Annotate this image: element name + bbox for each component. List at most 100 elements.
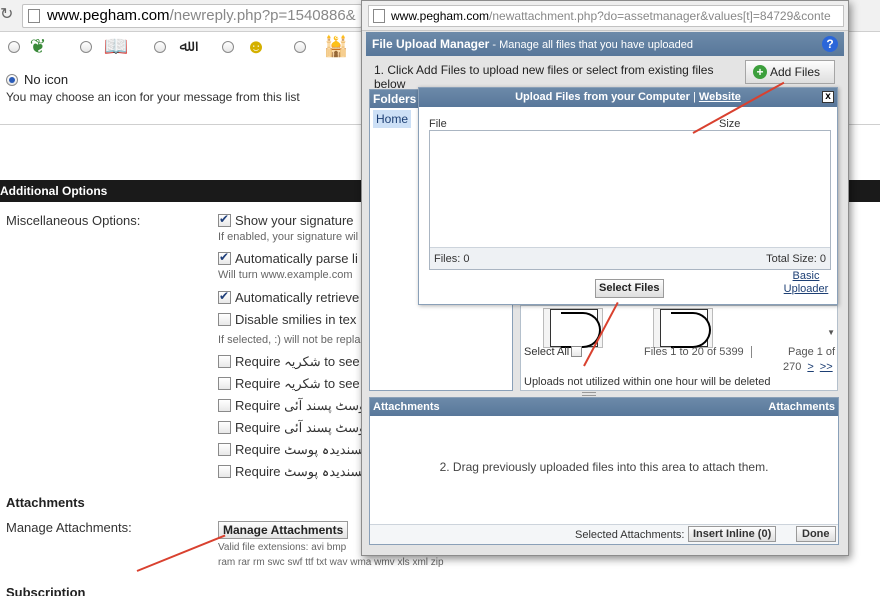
select-files-button[interactable]: Select Files — [595, 279, 664, 298]
manage-attachments-button[interactable]: Manage Attachments — [218, 521, 349, 539]
thumbnail-frame — [660, 309, 711, 348]
option-disable-smilies[interactable]: Disable smilies in tex — [218, 312, 356, 327]
option-require-like-2[interactable]: Require پوسٹ پسند آئی to — [218, 420, 384, 436]
column-file: File — [429, 118, 447, 130]
drag-instructions: 2. Drag previously uploaded files into t… — [439, 460, 769, 474]
valid-extensions-text-2: ram rar rm swc swf ttf txt wav wma wmv x… — [218, 557, 444, 568]
file-thumbnail[interactable] — [543, 308, 603, 348]
allah-calligraphy-icon: ﷲ — [179, 38, 189, 55]
done-button[interactable]: Done — [796, 526, 836, 542]
page-icon — [28, 9, 40, 23]
post-icon-radio-2[interactable] — [80, 41, 92, 53]
option-label: Automatically parse li — [235, 251, 358, 266]
no-icon-radio[interactable] — [6, 74, 18, 86]
option-label: Disable smilies in tex — [235, 312, 357, 327]
manage-attachments-label: Manage Attachments: — [6, 520, 132, 535]
column-size: Size — [719, 118, 741, 130]
window-subtitle: Manage all files that you have uploaded — [499, 39, 693, 51]
select-all-label: Select All — [524, 346, 570, 358]
thumbnail-frame — [550, 309, 601, 348]
panel-splitter[interactable] — [582, 392, 596, 396]
select-all[interactable]: Select All — [524, 346, 583, 358]
post-icon-help: You may choose an icon for your message … — [6, 90, 300, 104]
post-icon-radio-1[interactable] — [8, 41, 20, 53]
upload-dialog-header: Upload Files from your Computer | Websit… — [419, 88, 837, 107]
file-thumbnail[interactable] — [653, 308, 713, 348]
attachments-footer: Selected Attachments: Insert Inline (0) … — [370, 524, 838, 544]
option-retrieve-titles[interactable]: Automatically retrieve — [218, 289, 359, 305]
scroll-down-arrow[interactable]: ▼ — [827, 328, 835, 337]
option-help: If selected, :) will not be repla — [218, 334, 361, 346]
file-list-footer: Files: 0 Total Size: 0 — [430, 247, 830, 269]
option-parse-links[interactable]: Automatically parse li — [218, 250, 358, 266]
basic-uploader-link[interactable]: Basic Uploader — [781, 270, 831, 296]
upload-dialog-title: Upload Files from your Computer — [515, 91, 690, 103]
url-host: www.pegham.com — [391, 9, 490, 23]
post-icon-radio-5[interactable] — [294, 41, 306, 53]
help-icon[interactable]: ? — [822, 36, 838, 52]
url-path: /newattachment.php?do=assetmanager&value… — [489, 9, 831, 23]
close-icon[interactable]: x — [822, 91, 834, 103]
option-label: Require شکریہ to see a — [235, 376, 371, 391]
upload-file-list[interactable]: Files: 0 Total Size: 0 — [429, 130, 831, 270]
option-help: Will turn www.example.com — [218, 269, 353, 281]
last-page-link[interactable]: >> — [820, 361, 833, 373]
title-separator: - — [489, 39, 500, 51]
attachments-panel: Attachments Attachments 2. Drag previous… — [369, 397, 839, 545]
attachments-header-right: Attachments — [768, 401, 835, 413]
checkbox[interactable] — [218, 250, 231, 265]
option-show-signature[interactable]: Show your signature — [218, 212, 354, 228]
popup-url-field[interactable]: www.pegham.com/newattachment.php?do=asse… — [368, 5, 844, 27]
next-page-link[interactable]: > — [807, 361, 813, 373]
selected-attachments-label: Selected Attachments: — [575, 529, 685, 541]
file-upload-manager-header: File Upload Manager - Manage all files t… — [366, 32, 844, 56]
page-total: 270 — [783, 361, 802, 373]
insert-inline-button[interactable]: Insert Inline (0) — [688, 526, 777, 542]
post-icon-radio-4[interactable] — [222, 41, 234, 53]
checkbox[interactable] — [218, 443, 231, 456]
checkbox[interactable] — [218, 313, 231, 326]
files-count: Files: 0 — [434, 253, 470, 265]
website-link[interactable]: Website — [699, 91, 741, 103]
page-info: Page 1 of — [751, 346, 835, 358]
thumbnail-image — [671, 312, 711, 348]
subscription-heading: Subscription — [6, 585, 86, 596]
url-field[interactable]: www.pegham.com/newreply.php?p=1540886& — [22, 4, 362, 28]
no-icon-label: No icon — [24, 72, 69, 87]
option-label: Show your signature — [235, 213, 354, 228]
reload-icon[interactable]: ↻ — [0, 6, 16, 24]
checkbox[interactable] — [218, 289, 231, 304]
post-icon-row: ❦ 📖 ﷲ ☻ 🕌 — [0, 32, 360, 66]
attachments-header: Attachments Attachments — [370, 398, 838, 416]
url-path: /newreply.php?p=1540886& — [169, 7, 356, 24]
checkbox[interactable] — [218, 355, 231, 368]
valid-extensions-text: Valid file extensions: avi bmp — [218, 542, 347, 553]
checkbox[interactable] — [218, 377, 231, 390]
option-require-thanks-2[interactable]: Require شکریہ to see a — [218, 376, 371, 392]
attachments-heading: Attachments — [6, 495, 85, 510]
files-range: Files 1 to 20 of 5399 — [644, 346, 744, 358]
option-label: Require شکریہ to see c — [235, 354, 370, 369]
attachments-title: Attachments — [373, 401, 440, 413]
checkbox[interactable] — [218, 399, 231, 412]
plus-icon: + — [753, 65, 767, 79]
option-require-thanks-1[interactable]: Require شکریہ to see c — [218, 354, 370, 370]
pagination: 270 > >> — [783, 361, 833, 373]
folder-home[interactable]: Home — [373, 110, 412, 128]
checkbox[interactable] — [218, 465, 231, 478]
annotation-arrow — [136, 534, 226, 572]
option-require-like-1[interactable]: Require پوسٹ پسند آئی to — [218, 398, 384, 414]
misc-options-label: Miscellaneous Options: — [6, 213, 141, 228]
select-all-checkbox[interactable] — [571, 346, 583, 357]
checkbox[interactable] — [218, 421, 231, 434]
popup-address-bar: www.pegham.com/newattachment.php?do=asse… — [362, 1, 848, 31]
checkbox[interactable] — [218, 212, 231, 227]
add-files-label: Add Files — [770, 65, 821, 79]
url-host: www.pegham.com — [47, 7, 170, 24]
upload-files-dialog: Upload Files from your Computer | Websit… — [418, 87, 838, 305]
total-size: Total Size: 0 — [766, 253, 826, 265]
page-icon — [373, 9, 385, 23]
post-icon-radio-3[interactable] — [154, 41, 166, 53]
option-help: If enabled, your signature wil — [218, 231, 359, 243]
add-files-button[interactable]: + Add Files — [745, 60, 835, 84]
